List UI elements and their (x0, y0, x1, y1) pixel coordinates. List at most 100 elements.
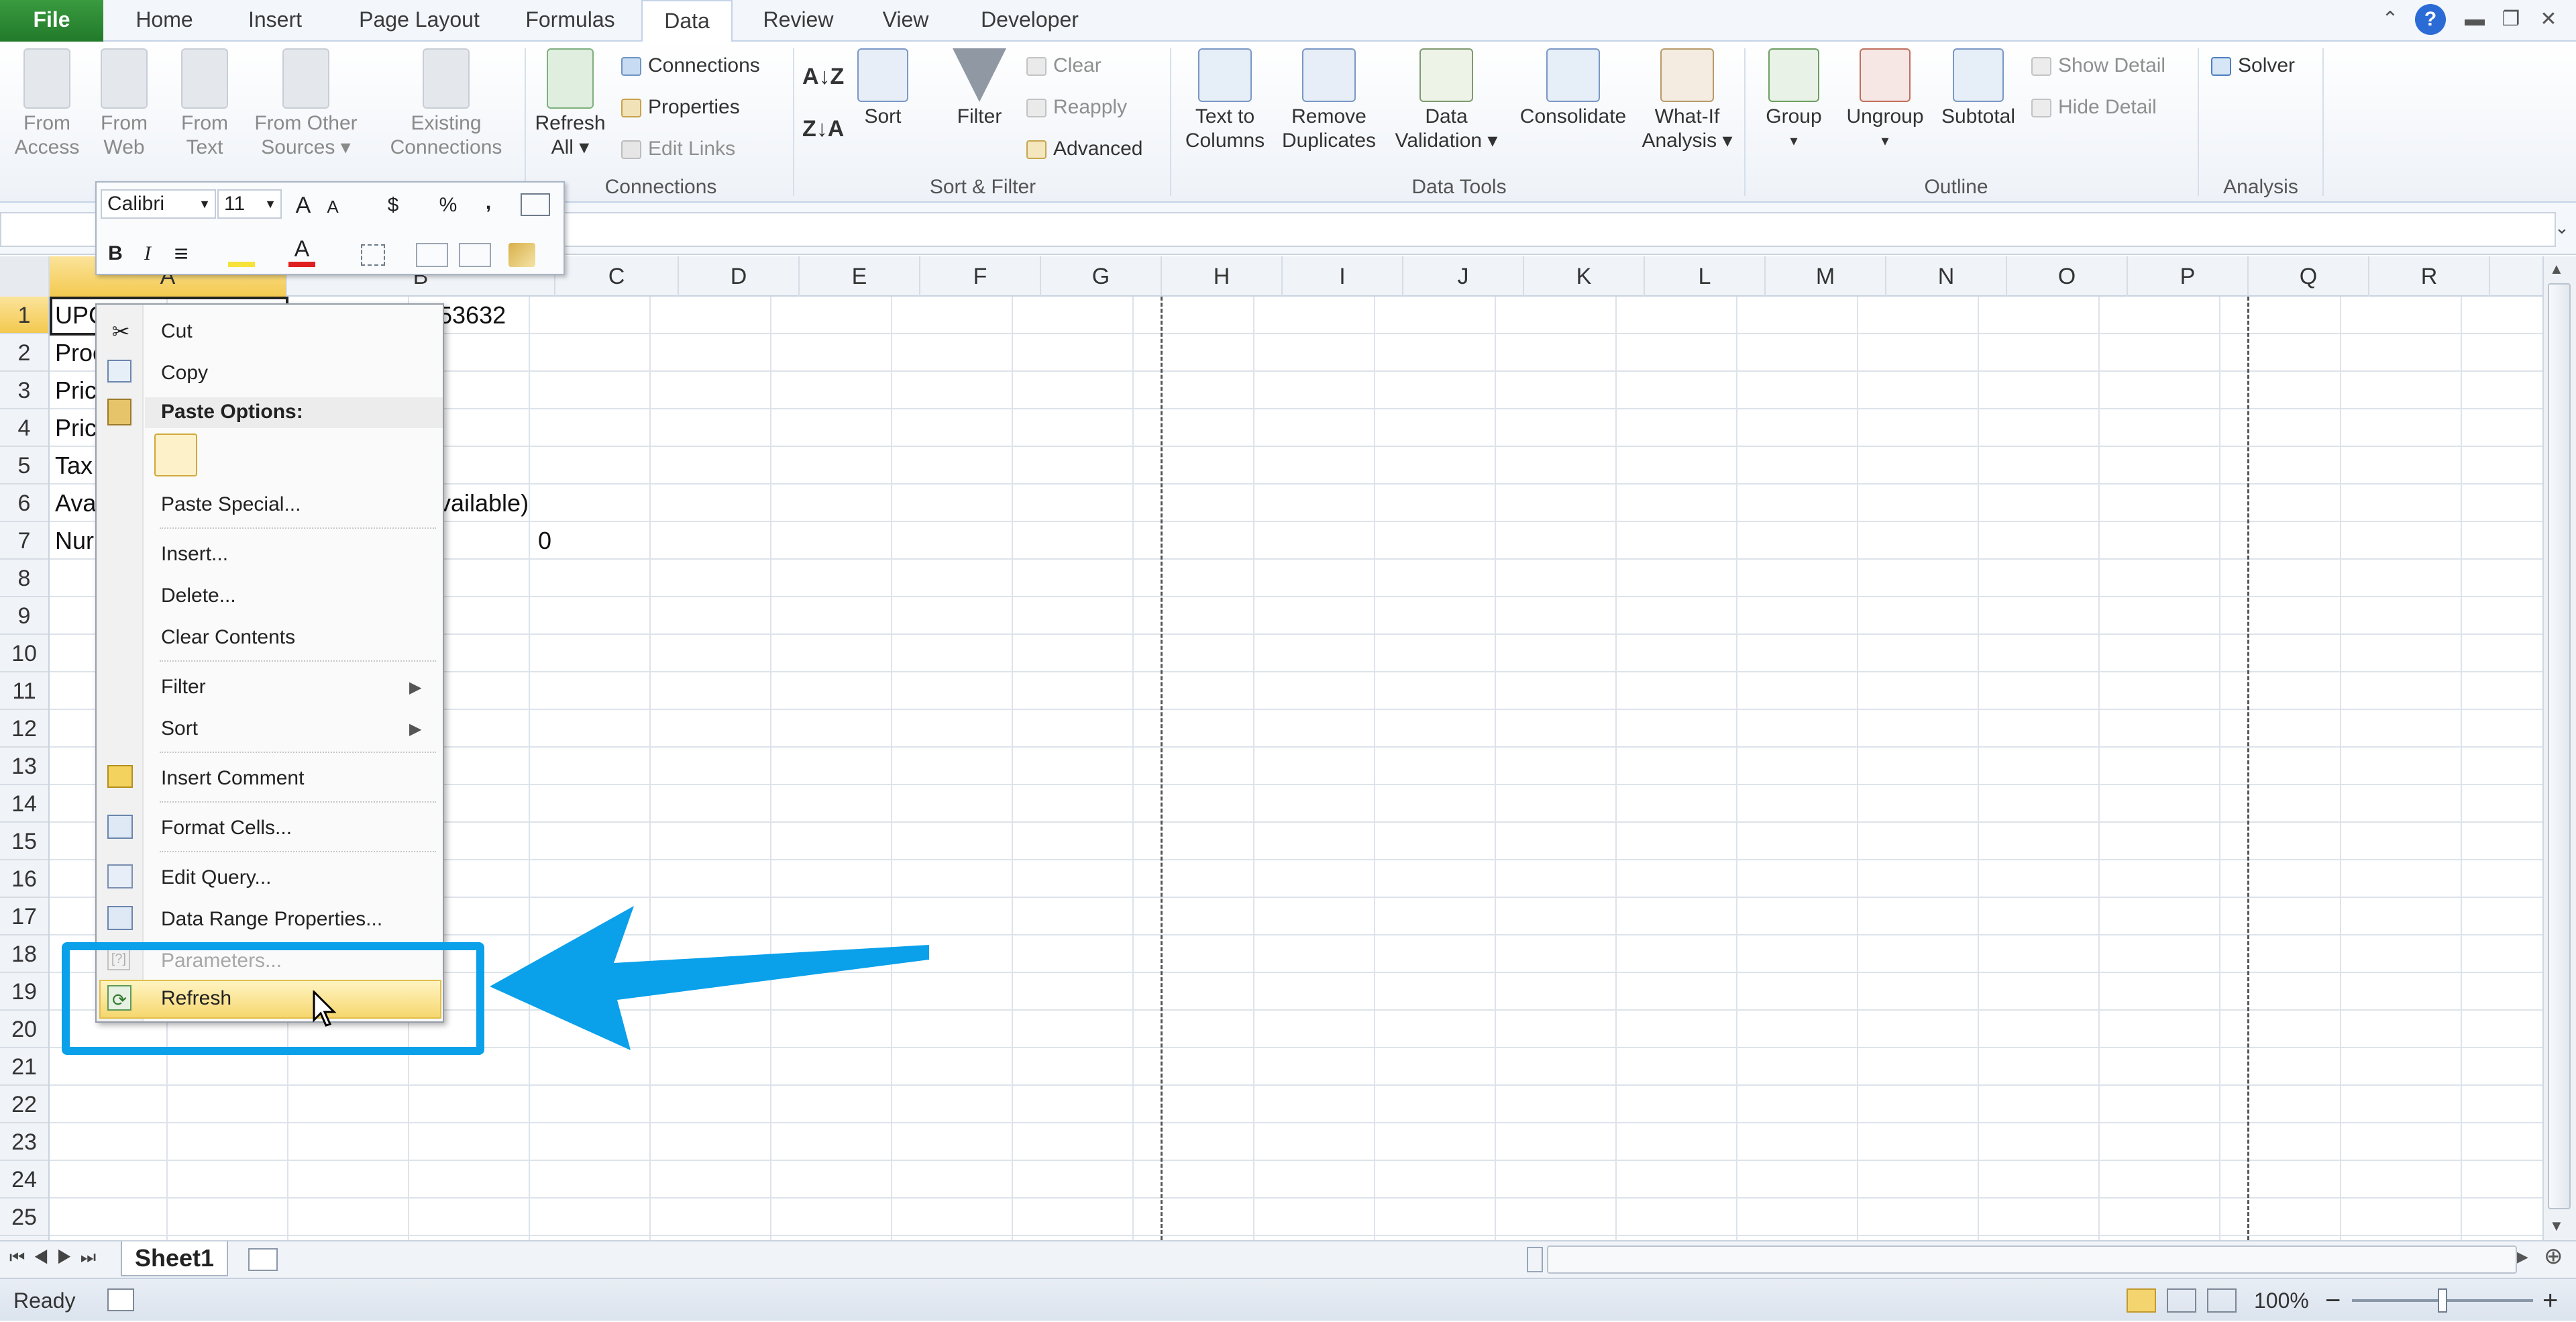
comma-style-button[interactable]: , (475, 188, 502, 217)
macro-recording-icon[interactable] (107, 1288, 134, 1311)
sort-button[interactable]: Sort (849, 48, 916, 129)
minimize-window-icon[interactable]: ▬ (2459, 4, 2490, 35)
italic-button[interactable]: I (134, 239, 161, 268)
tab-insert[interactable]: Insert (228, 0, 322, 42)
filter-button[interactable]: Filter (939, 48, 1020, 129)
insert-sheet-icon[interactable] (248, 1248, 278, 1271)
minimize-ribbon-icon[interactable]: ⌃ (2375, 4, 2406, 35)
select-all-corner[interactable] (0, 256, 50, 297)
row-header-2[interactable]: 2 (0, 334, 48, 372)
page-break-preview-icon[interactable] (2207, 1288, 2237, 1313)
cell-a5[interactable]: Tax (55, 447, 93, 485)
row-header-11[interactable]: 11 (0, 672, 48, 710)
sheet-navigation-arrows-icon[interactable]: ⏮◀▶⏭ (9, 1247, 104, 1268)
menu-item-filter[interactable]: Filter (161, 674, 206, 701)
row-header-15[interactable]: 15 (0, 823, 48, 860)
row-header-9[interactable]: 9 (0, 597, 48, 635)
fill-color-icon[interactable] (228, 240, 255, 267)
bold-button[interactable]: B (102, 239, 129, 268)
advanced-filter-button[interactable]: Advanced (1026, 136, 1142, 162)
ungroup-button[interactable]: Ungroup ▾ (1838, 48, 1932, 153)
row-header-14[interactable]: 14 (0, 785, 48, 823)
row-header-4[interactable]: 4 (0, 409, 48, 447)
from-text-button[interactable]: From Text (168, 48, 241, 160)
tab-page-layout[interactable]: Page Layout (342, 0, 496, 42)
center-align-button[interactable]: ≡ (166, 239, 196, 268)
connections-button[interactable]: Connections (621, 52, 760, 79)
row-header-20[interactable]: 20 (0, 1011, 48, 1048)
cell-a6[interactable]: Ava (55, 485, 96, 522)
reapply-button[interactable]: Reapply (1026, 94, 1127, 121)
borders-icon[interactable] (361, 244, 385, 266)
menu-item-paste-special[interactable]: Paste Special... (161, 491, 301, 518)
menu-item-sort[interactable]: Sort (161, 715, 198, 742)
what-if-analysis-button[interactable]: What-If Analysis ▾ (1637, 48, 1737, 153)
cell-a7[interactable]: Nur (55, 522, 94, 560)
column-header-m[interactable]: M (1766, 256, 1886, 297)
properties-button[interactable]: Properties (621, 94, 740, 121)
cell-a4[interactable]: Pric (55, 409, 97, 447)
column-header-n[interactable]: N (1886, 256, 2007, 297)
column-header-j[interactable]: J (1403, 256, 1524, 297)
from-access-button[interactable]: From Access (7, 48, 87, 160)
tab-view[interactable]: View (865, 0, 946, 42)
column-header-f[interactable]: F (920, 256, 1041, 297)
menu-item-cut[interactable]: Cut (161, 318, 193, 345)
row-header-13[interactable]: 13 (0, 748, 48, 785)
menu-item-data-range-properties[interactable]: Data Range Properties... (161, 906, 382, 933)
scroll-right-icon[interactable]: ▶ (2517, 1248, 2528, 1266)
vertical-scrollbar[interactable]: ▲ ▼ (2542, 256, 2576, 1240)
sheet-tab-sheet1[interactable]: Sheet1 (121, 1241, 228, 1276)
column-header-l[interactable]: L (1645, 256, 1766, 297)
column-header-g[interactable]: G (1041, 256, 1162, 297)
format-painter-table-icon[interactable] (521, 193, 550, 216)
cell-b7[interactable]: 0 (538, 522, 551, 560)
row-header-10[interactable]: 10 (0, 635, 48, 672)
row-header-17[interactable]: 17 (0, 898, 48, 935)
font-size-box[interactable]: 11 ▼ (217, 189, 282, 219)
row-header-3[interactable]: 3 (0, 372, 48, 409)
edit-links-button[interactable]: Edit Links (621, 136, 735, 162)
solver-button[interactable]: Solver (2211, 52, 2295, 79)
menu-item-delete[interactable]: Delete... (161, 582, 236, 609)
column-header-i[interactable]: I (1283, 256, 1403, 297)
data-validation-button[interactable]: Data Validation ▾ (1386, 48, 1507, 153)
refresh-all-button[interactable]: Refresh All ▾ (530, 48, 610, 160)
sort-a-z-button[interactable]: A↓Z (802, 64, 844, 89)
row-header-22[interactable]: 22 (0, 1086, 48, 1123)
cell-b1[interactable]: 53632 (439, 297, 506, 334)
row-header-1[interactable]: 1 (0, 297, 48, 334)
consolidate-button[interactable]: Consolidate (1509, 48, 1637, 129)
hide-detail-button[interactable]: Hide Detail (2031, 94, 2157, 121)
row-header-18[interactable]: 18 (0, 935, 48, 973)
menu-item-insert-comment[interactable]: Insert Comment (161, 765, 304, 792)
from-web-button[interactable]: From Web (87, 48, 161, 160)
column-header-h[interactable]: H (1162, 256, 1283, 297)
from-other-sources-button[interactable]: From Other Sources ▾ (246, 48, 366, 160)
percent-format-button[interactable]: % (435, 191, 462, 220)
increase-decimal-icon[interactable] (416, 243, 448, 267)
group-button[interactable]: Group ▾ (1754, 48, 1834, 153)
row-header-5[interactable]: 5 (0, 447, 48, 485)
page-layout-view-icon[interactable] (2167, 1288, 2196, 1313)
tab-formulas[interactable]: Formulas (510, 0, 631, 42)
help-icon[interactable]: ? (2415, 4, 2446, 35)
zoom-in-button[interactable]: + (2542, 1279, 2558, 1322)
tab-review[interactable]: Review (751, 0, 845, 42)
sort-z-a-button[interactable]: Z↓A (802, 117, 844, 141)
close-window-icon[interactable]: ✕ (2533, 4, 2564, 35)
existing-connections-button[interactable]: Existing Connections (376, 48, 517, 160)
row-header-7[interactable]: 7 (0, 522, 48, 560)
grow-font-button[interactable]: A (288, 191, 318, 220)
column-header-e[interactable]: E (800, 256, 920, 297)
vertical-scroll-thumb[interactable] (2548, 283, 2571, 1209)
column-header-q[interactable]: Q (2249, 256, 2369, 297)
row-header-25[interactable]: 25 (0, 1199, 48, 1236)
zoom-slider-thumb[interactable] (2438, 1288, 2447, 1313)
column-header-p[interactable]: P (2128, 256, 2249, 297)
tab-developer[interactable]: Developer (966, 0, 1093, 42)
row-header-24[interactable]: 24 (0, 1161, 48, 1199)
row-header-19[interactable]: 19 (0, 973, 48, 1011)
subtotal-button[interactable]: Subtotal (1935, 48, 2022, 129)
tab-data[interactable]: Data (641, 0, 733, 43)
